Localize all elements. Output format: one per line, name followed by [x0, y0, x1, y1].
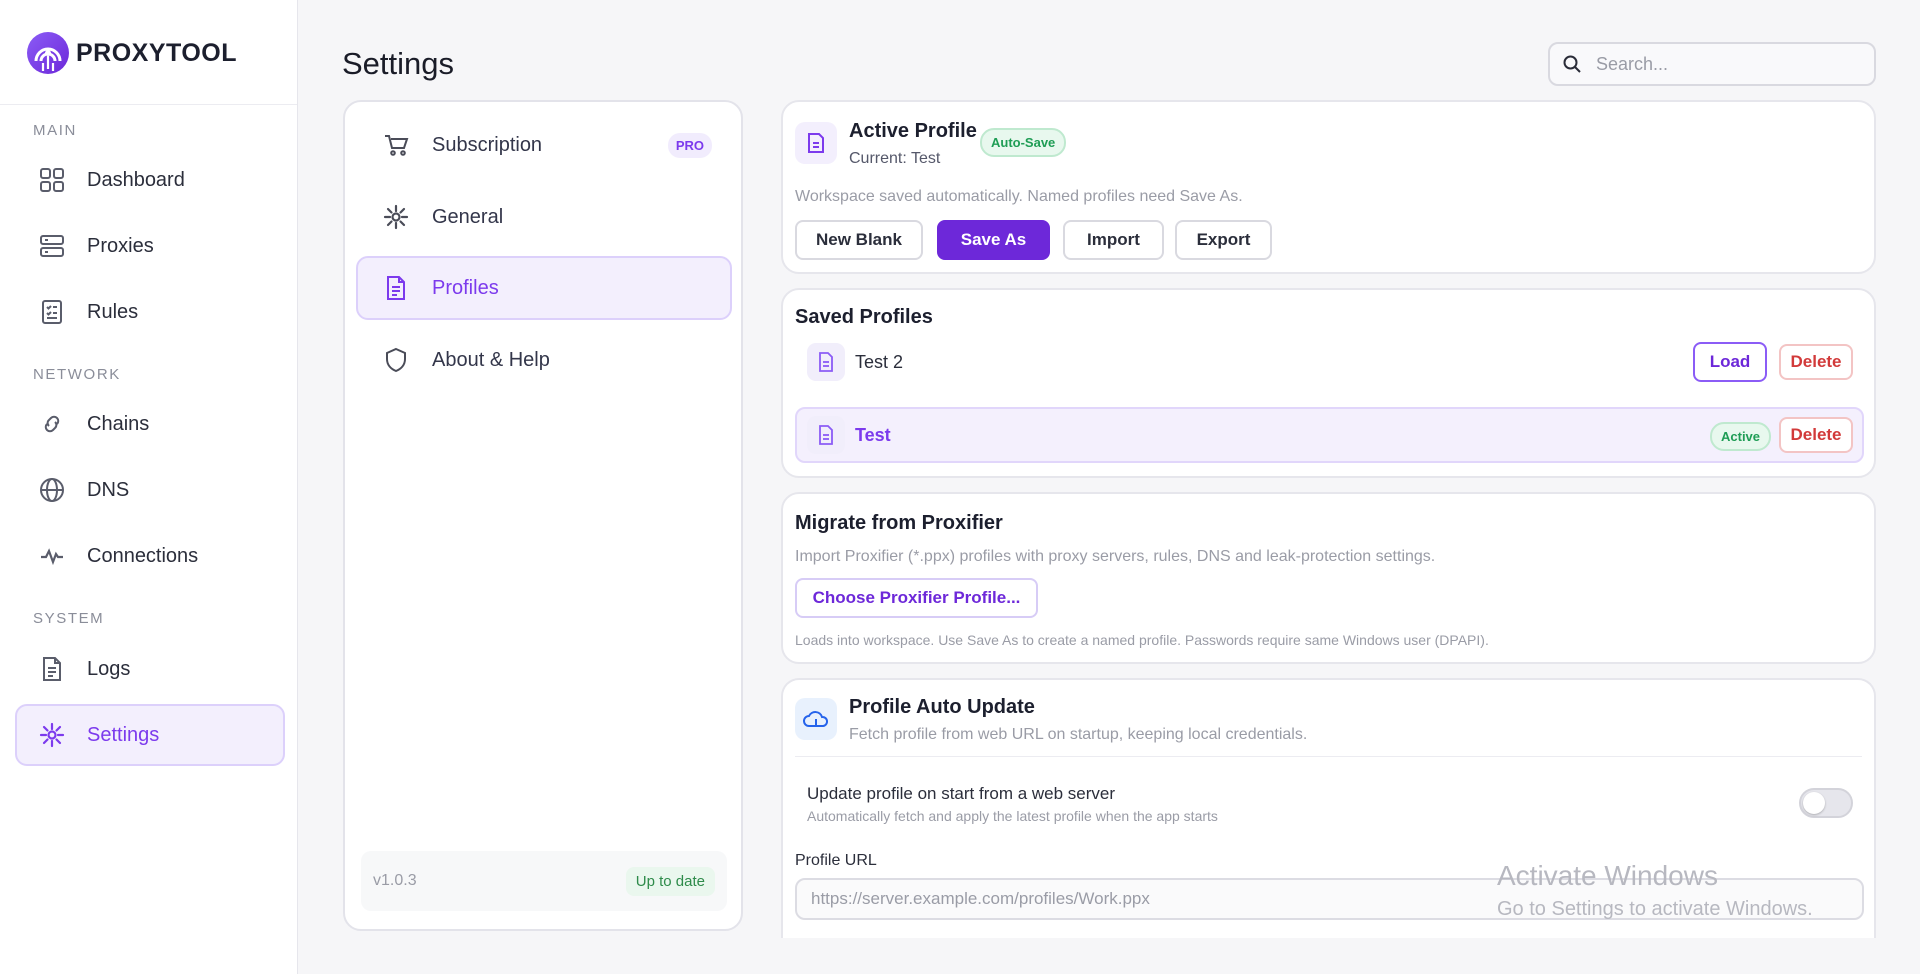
nav-item-dashboard[interactable]: Dashboard: [15, 149, 285, 211]
migrate-title: Migrate from Proxifier: [795, 512, 1003, 534]
globe-icon: [38, 476, 66, 504]
saved-profiles-title: Saved Profiles: [795, 306, 933, 328]
settings-nav-label: General: [432, 205, 504, 228]
nav-section-network: NETWORK: [33, 366, 121, 383]
settings-nav-about[interactable]: About & Help: [356, 328, 732, 392]
grid-icon: [38, 166, 66, 194]
activity-icon: [38, 542, 66, 570]
auto-update-title: Profile Auto Update: [849, 696, 1035, 718]
checklist-icon: [38, 298, 66, 326]
nav-item-proxies[interactable]: Proxies: [15, 215, 285, 277]
active-profile-title: Active Profile: [849, 120, 977, 142]
profile-url-input[interactable]: [795, 878, 1864, 920]
settings-nav-label: About & Help: [432, 348, 550, 371]
auto-save-badge: Auto-Save: [980, 128, 1067, 157]
nav-item-settings[interactable]: Settings: [15, 704, 285, 766]
saved-profiles-card: Saved Profiles Test 2 Load Delete Test A…: [781, 288, 1876, 478]
profile-row-active[interactable]: Test Active Delete: [795, 407, 1864, 463]
nav-label: Connections: [87, 544, 199, 567]
save-as-button[interactable]: Save As: [937, 220, 1050, 260]
version-bar: v1.0.3 Up to date: [361, 851, 727, 911]
auto-update-toggle[interactable]: [1799, 788, 1853, 818]
active-status-badge: Active: [1710, 422, 1772, 451]
nav-item-dns[interactable]: DNS: [15, 459, 285, 521]
pro-badge: PRO: [667, 133, 712, 158]
nav-label: DNS: [87, 478, 130, 501]
load-button[interactable]: Load: [1693, 342, 1767, 382]
nav-item-connections[interactable]: Connections: [15, 525, 285, 587]
shield-icon: [382, 346, 410, 374]
app-name: PROXYTOOL: [76, 38, 238, 67]
link-icon: [38, 410, 66, 438]
update-status-badge: Up to date: [625, 866, 715, 896]
nav-label: Dashboard: [87, 168, 185, 191]
delete-button[interactable]: Delete: [1779, 344, 1853, 380]
app-logo[interactable]: PROXYTOOL: [26, 31, 237, 75]
nav-label: Chains: [87, 412, 150, 435]
settings-nav: Subscription PRO General Profiles About …: [343, 100, 743, 931]
document-icon: [807, 416, 845, 454]
profile-name: Test: [855, 425, 891, 445]
nav-label: Settings: [87, 723, 160, 746]
migrate-card: Migrate from Proxifier Import Proxifier …: [781, 492, 1876, 664]
cloud-icon: [795, 698, 837, 740]
active-profile-description: Workspace saved automatically. Named pro…: [795, 188, 1243, 205]
migrate-note: Loads into workspace. Use Save As to cre…: [795, 632, 1489, 648]
file-text-icon: [38, 655, 66, 683]
nav-label: Rules: [87, 300, 139, 323]
nav-section-system: SYSTEM: [33, 610, 105, 627]
document-icon: [807, 343, 845, 381]
settings-icon: [38, 721, 66, 749]
nav-label: Logs: [87, 657, 131, 680]
new-blank-button[interactable]: New Blank: [795, 220, 923, 260]
profile-doc-icon: [795, 122, 837, 164]
profile-url-label: Profile URL: [795, 852, 877, 869]
active-profile-card: Active Profile Current: Test Auto-Save W…: [781, 100, 1876, 274]
toggle-knob: [1803, 792, 1825, 814]
profile-row[interactable]: Test 2 Load Delete: [795, 334, 1864, 390]
divider: [795, 756, 1862, 757]
import-button[interactable]: Import: [1063, 220, 1164, 260]
auto-update-subtitle: Fetch profile from web URL on startup, k…: [849, 726, 1308, 743]
app-sidebar: PROXYTOOL MAIN Dashboard Proxies Rules N…: [0, 0, 298, 974]
page-title: Settings: [342, 46, 455, 81]
document-icon: [382, 274, 410, 302]
toggle-label: Update profile on start from a web serve…: [807, 784, 1116, 803]
nav-item-rules[interactable]: Rules: [15, 281, 285, 343]
profile-name: Test 2: [855, 352, 904, 372]
divider: [0, 104, 297, 105]
search-input[interactable]: [1596, 53, 1866, 75]
nav-item-logs[interactable]: Logs: [15, 638, 285, 700]
settings-nav-label: Profiles: [432, 276, 499, 299]
search-box[interactable]: [1548, 42, 1876, 86]
settings-nav-profiles[interactable]: Profiles: [356, 256, 732, 320]
settings-nav-general[interactable]: General: [356, 185, 732, 249]
search-icon: [1563, 55, 1581, 73]
version-text: v1.0.3: [373, 872, 417, 889]
auto-update-card: Profile Auto Update Fetch profile from w…: [781, 678, 1876, 938]
nav-section-main: MAIN: [33, 122, 77, 139]
export-button[interactable]: Export: [1175, 220, 1272, 260]
migrate-description: Import Proxifier (*.ppx) profiles with p…: [795, 548, 1436, 565]
toggle-description: Automatically fetch and apply the latest…: [807, 808, 1218, 824]
gear-icon: [382, 203, 410, 231]
server-icon: [38, 232, 66, 260]
proxytool-logo-icon: [27, 32, 69, 74]
nav-label: Proxies: [87, 234, 154, 257]
settings-nav-label: Subscription: [432, 133, 543, 156]
current-profile-text: Current: Test: [849, 150, 941, 167]
settings-nav-subscription[interactable]: Subscription PRO: [356, 113, 732, 177]
choose-proxifier-profile-button[interactable]: Choose Proxifier Profile...: [795, 578, 1038, 618]
delete-button[interactable]: Delete: [1779, 417, 1853, 453]
nav-item-chains[interactable]: Chains: [15, 393, 285, 455]
cart-icon: [382, 131, 410, 159]
